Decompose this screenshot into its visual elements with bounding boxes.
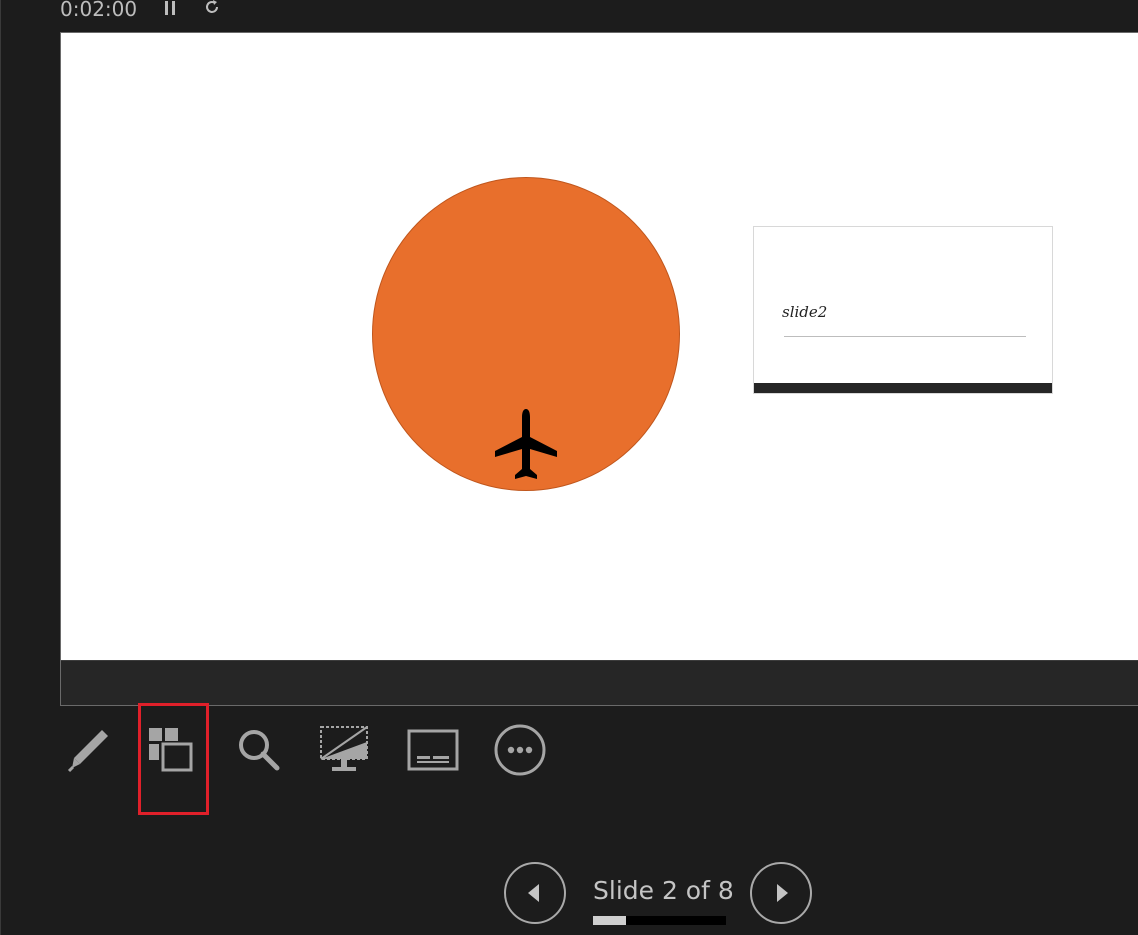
pause-icon[interactable] (163, 0, 177, 21)
subtitles-icon (407, 729, 459, 771)
presenter-view: 0:02:00 slide2 Slide 2 of 8 (0, 0, 1138, 935)
more-options-button[interactable] (490, 718, 550, 782)
previous-slide-button[interactable] (504, 862, 566, 924)
airplane-icon (495, 409, 557, 479)
slide-thumbnail: slide2 (753, 226, 1053, 394)
slide-footer-band (61, 660, 1138, 705)
pen-tool-button[interactable] (56, 718, 116, 782)
previous-slide-icon (528, 884, 539, 902)
next-slide-button[interactable] (750, 862, 812, 924)
thumbnail-title: slide2 (782, 303, 828, 321)
pen-icon (67, 730, 108, 773)
restart-icon[interactable] (203, 0, 221, 21)
see-all-slides-icon (149, 728, 193, 772)
slide-counter[interactable]: Slide 2 of 8 (593, 876, 734, 905)
slide-progress-fill (593, 916, 627, 925)
next-slide-icon (777, 884, 788, 902)
current-slide[interactable]: slide2 (60, 32, 1138, 706)
subtitles-button[interactable] (403, 718, 463, 782)
slide-navigation: Slide 2 of 8 (504, 862, 816, 926)
slide-progress-bar (593, 916, 726, 925)
left-border (0, 0, 1, 935)
zoom-icon (239, 730, 280, 771)
top-bar: 0:02:00 (60, 0, 221, 24)
black-screen-button[interactable] (315, 718, 375, 782)
see-all-slides-button[interactable] (141, 718, 201, 782)
thumbnail-footer-bar (754, 383, 1052, 393)
more-options-icon (494, 724, 546, 776)
thumbnail-divider (784, 336, 1026, 337)
black-screen-icon (320, 726, 368, 771)
zoom-button[interactable] (228, 718, 288, 782)
timer: 0:02:00 (60, 0, 138, 21)
